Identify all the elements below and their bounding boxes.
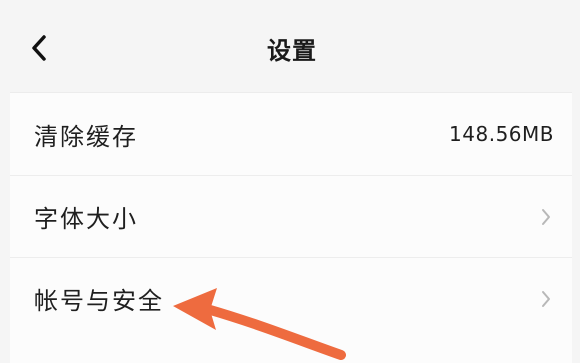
font-size-row[interactable]: 字体大小: [10, 175, 572, 257]
settings-screen: 设置 清除缓存 148.56MB 字体大小 帐号与安全: [0, 0, 580, 363]
settings-list: 清除缓存 148.56MB 字体大小 帐号与安全: [10, 92, 572, 363]
top-bar: 设置: [10, 8, 574, 88]
clear-cache-label: 清除缓存: [34, 122, 138, 151]
chevron-right-icon: [538, 205, 554, 229]
back-button[interactable]: [24, 30, 54, 66]
account-security-label: 帐号与安全: [34, 287, 164, 315]
page-title: 设置: [267, 36, 317, 65]
chevron-right-icon: [538, 287, 554, 311]
clear-cache-row[interactable]: 清除缓存 148.56MB: [10, 93, 572, 175]
cache-size-value: 148.56MB: [449, 122, 554, 146]
chevron-left-icon: [32, 35, 46, 61]
font-size-label: 字体大小: [34, 205, 138, 233]
account-security-row[interactable]: 帐号与安全: [10, 257, 572, 339]
